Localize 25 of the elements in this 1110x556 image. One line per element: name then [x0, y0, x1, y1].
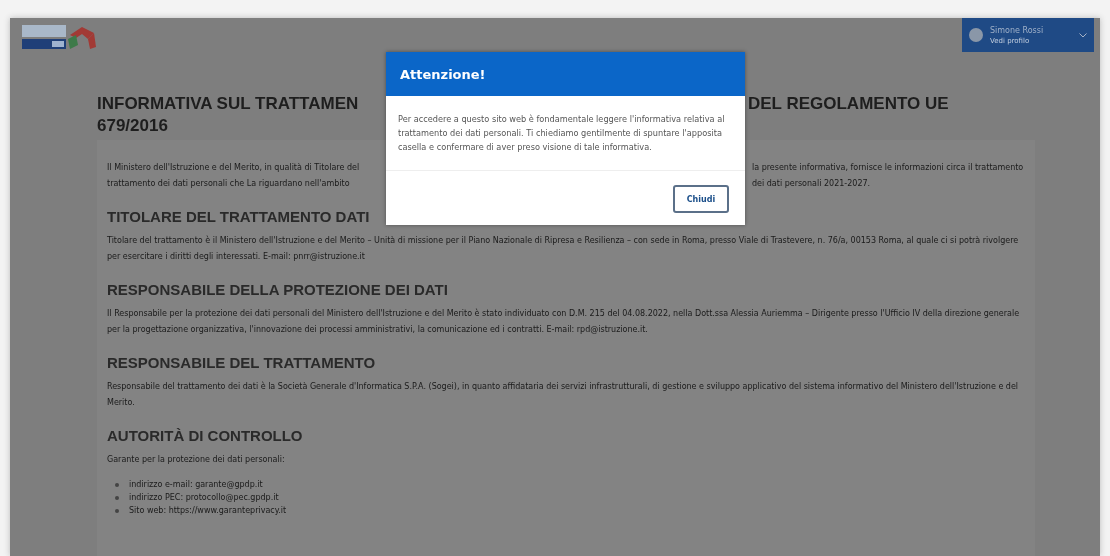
section-heading: RESPONSABILE DEL TRATTAMENTO: [107, 354, 376, 371]
section-heading: AUTORITÀ DI CONTROLLO: [107, 427, 303, 444]
bullet-icon: [115, 482, 119, 487]
bullet-icon: [115, 508, 119, 513]
paragraph: Responsabile del trattamento dei dati è la Società Generale d'Informatica S.P.A. (Sogei), in quanto affidataria dei servizi infrastrutturali, di gestione e sviluppo applicativo del sistema informativo del Ministero dell'Istruzione e del Merito.: [107, 380, 1020, 409]
avatar-icon: [969, 28, 983, 42]
caret-icon: [1079, 32, 1087, 38]
page-title: INFORMATIVA SUL TRATTAMEN: [97, 94, 359, 114]
paragraph: Garante per la protezione dei dati personali:: [107, 454, 286, 466]
bullet-icon: [115, 495, 119, 500]
page-title: 679/2016: [97, 116, 168, 136]
close-button[interactable]: Chiudi: [673, 185, 729, 213]
paragraph: la presente informativa, fornisce le informazioni circa il trattamento dei dati personali 2021-2027.: [752, 162, 1025, 190]
list-item: Sito web: https://www.garanteprivacy.it: [129, 506, 287, 515]
paragraph: Il Responsabile per la protezione dei dati personali del Ministero dell'Istruzione e del Merito è stato individuato con D.M. 215 del 04.08.2022, nella Dott.ssa Alessia Auriemma – Dirigente presso l'Ufficio IV della direzione generale per la progettazione organizzativa, l'innovazione dei processi amministrativi, la comunicazione ed i contratti. E-mail: rpd@istruzione.it.: [107, 307, 1021, 336]
list-item: indirizzo PEC: protocollo@pec.gpdp.it: [129, 493, 279, 502]
logo[interactable]: [22, 25, 98, 51]
user-name: Simone Rossi: [990, 25, 1044, 35]
section-heading: RESPONSABILE DELLA PROTEZIONE DEI DATI: [107, 281, 448, 298]
list-item: indirizzo e-mail: garante@gpdp.it: [129, 480, 263, 489]
paragraph: Il Ministero dell'Istruzione e del Merito, in qualità di Titolare del trattamento dei dati personali che La riguardano nell'ambito: [107, 162, 361, 190]
section-heading: TITOLARE DEL TRATTAMENTO DATI: [107, 208, 370, 225]
page-title: DEL REGOLAMENTO UE: [748, 94, 949, 114]
dialog-title: Attenzione!: [400, 66, 486, 82]
dialog-message: Per accedere a questo sito web è fondamentale leggere l'informativa relativa al trattamento dei dati personali. Ti chiediamo gentilmente di spuntare l'apposita casella e confermare di aver preso visione di tale informativa.: [386, 96, 745, 171]
